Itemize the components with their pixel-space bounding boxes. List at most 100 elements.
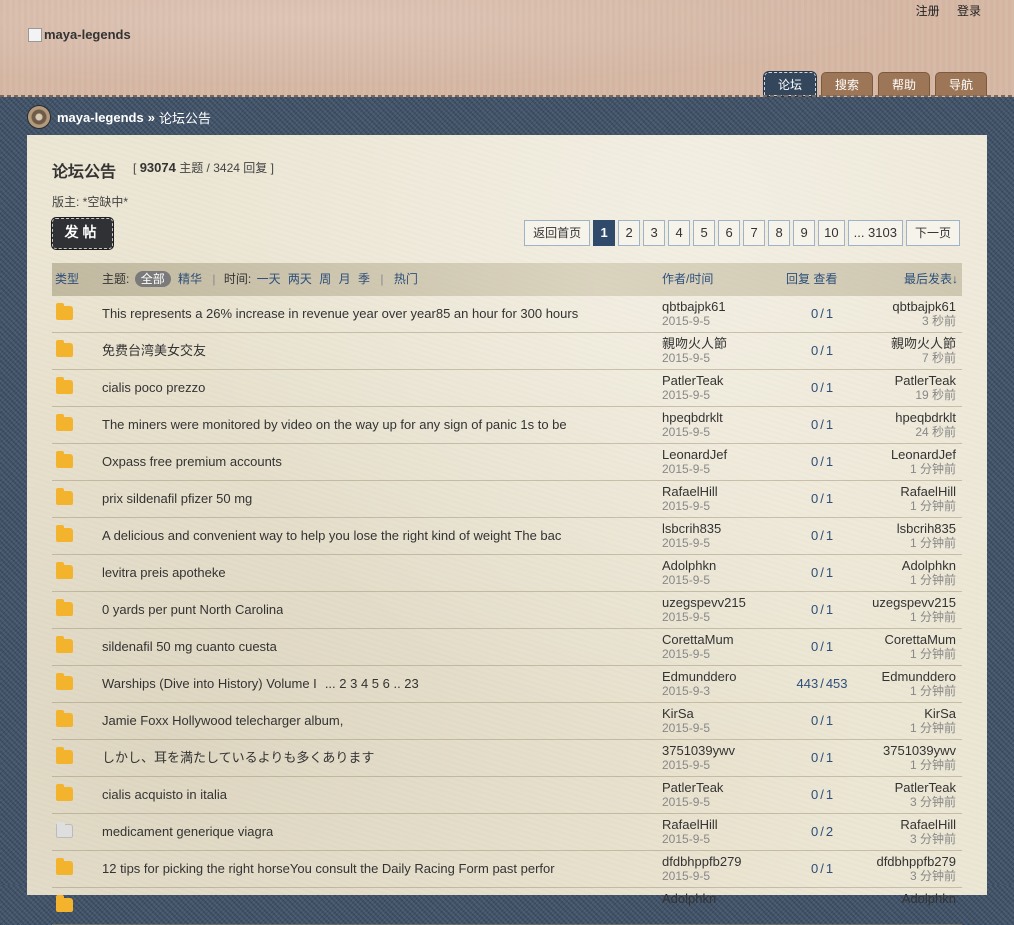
last-post-time[interactable]: 1 分钟前 [884, 647, 956, 661]
filter-time-day[interactable]: 一天 [257, 272, 281, 286]
filter-all[interactable]: 全部 [134, 271, 171, 287]
filter-digest[interactable]: 精华 [178, 272, 202, 286]
author-link[interactable]: uzegspevv215 [662, 596, 746, 610]
author-link[interactable]: PatlerTeak [662, 781, 723, 795]
last-poster-link[interactable]: hpeqbdrklt [895, 411, 956, 425]
page-link[interactable]: 4 [668, 220, 691, 246]
last-poster-link[interactable]: 親吻火人節 [891, 337, 956, 351]
last-post-time[interactable]: 1 分钟前 [902, 573, 956, 587]
last-poster-link[interactable]: 3751039ywv [883, 744, 956, 758]
folder-new-icon[interactable] [56, 636, 73, 653]
folder-new-icon[interactable] [56, 303, 73, 320]
folder-new-icon[interactable] [56, 525, 73, 542]
thread-title-link[interactable]: A delicious and convenient way to help y… [102, 518, 561, 554]
last-post-time[interactable]: 1 分钟前 [900, 499, 956, 513]
author-link[interactable]: Adolphkn [662, 892, 716, 906]
folder-new-icon[interactable] [56, 451, 73, 468]
site-logo[interactable]: maya-legends [28, 27, 131, 42]
last-post-time[interactable]: 7 秒前 [891, 351, 956, 365]
last-post-time[interactable]: 3 分钟前 [876, 869, 956, 883]
last-poster-link[interactable]: RafaelHill [900, 818, 956, 832]
breadcrumb-current[interactable]: 论坛公告 [159, 108, 211, 127]
last-poster-link[interactable]: RafaelHill [900, 485, 956, 499]
page-link[interactable]: 8 [768, 220, 791, 246]
nav-tab-search[interactable]: 搜索 [820, 72, 873, 96]
column-author-time[interactable]: 作者/时间 [662, 263, 713, 296]
login-link[interactable]: 登录 [957, 4, 981, 18]
nav-tab-navigation[interactable]: 导航 [934, 72, 987, 96]
last-post-time[interactable]: 3 分钟前 [900, 832, 956, 846]
last-poster-link[interactable]: uzegspevv215 [872, 596, 956, 610]
thread-title-link[interactable]: しかし、耳を満たしているよりも多くあります [102, 740, 374, 776]
folder-read-icon[interactable] [56, 822, 73, 838]
last-post-time[interactable]: 1 分钟前 [891, 462, 956, 476]
author-link[interactable]: 親吻火人節 [662, 337, 727, 351]
last-poster-link[interactable]: Adolphkn [902, 559, 956, 573]
last-post-time[interactable]: 3 分钟前 [895, 795, 956, 809]
author-link[interactable]: dfdbhppfb279 [662, 855, 742, 869]
folder-new-icon[interactable] [56, 562, 73, 579]
folder-new-icon[interactable] [56, 599, 73, 616]
folder-new-icon[interactable] [56, 710, 73, 727]
author-link[interactable]: Adolphkn [662, 559, 716, 573]
page-link[interactable]: 5 [693, 220, 716, 246]
folder-new-icon[interactable] [56, 488, 73, 505]
last-poster-link[interactable]: PatlerTeak [895, 781, 956, 795]
back-home-link[interactable]: 返回首页 [524, 220, 591, 246]
page-link[interactable]: 3 [643, 220, 666, 246]
last-poster-link[interactable]: Adolphkn [902, 892, 956, 906]
breadcrumb-home[interactable]: maya-legends [57, 110, 144, 125]
last-post-time[interactable]: 3 秒前 [892, 314, 956, 328]
page-link-last[interactable]: ... 3103 [847, 220, 903, 246]
thread-title-link[interactable]: cialis acquisto in italia [102, 777, 227, 813]
author-link[interactable]: Edmunddero [662, 670, 736, 684]
last-post-time[interactable]: 1 分钟前 [897, 536, 956, 550]
folder-new-icon[interactable] [56, 895, 73, 912]
page-link[interactable]: 6 [718, 220, 741, 246]
column-last-post[interactable]: 最后发表↓ [904, 263, 958, 296]
nav-tab-help[interactable]: 帮助 [877, 72, 930, 96]
thread-title-link[interactable]: This represents a 26% increase in revenu… [102, 296, 578, 332]
thread-title-link[interactable]: 0 yards per punt North Carolina [102, 592, 283, 628]
thread-page-links[interactable]: ... 2 3 4 5 6 .. 23 [325, 676, 419, 691]
filter-time-two-days[interactable]: 两天 [288, 272, 312, 286]
thread-title-link[interactable]: levitra preis apotheke [102, 555, 226, 591]
last-poster-link[interactable]: PatlerTeak [895, 374, 956, 388]
nav-tab-forum[interactable]: 论坛 [763, 72, 816, 96]
author-link[interactable]: qbtbajpk61 [662, 300, 726, 314]
thread-title-link[interactable]: 12 tips for picking the right horseYou c… [102, 851, 555, 887]
filter-hot[interactable]: 热门 [394, 272, 418, 286]
author-link[interactable]: LeonardJef [662, 448, 727, 462]
filter-time-week[interactable]: 周 [319, 272, 331, 286]
author-link[interactable]: hpeqbdrklt [662, 411, 723, 425]
last-post-time[interactable]: 1 分钟前 [883, 758, 956, 772]
thread-title-link[interactable]: cialis poco prezzo [102, 370, 205, 406]
folder-new-icon[interactable] [56, 377, 73, 394]
folder-new-icon[interactable] [56, 784, 73, 801]
author-link[interactable]: RafaelHill [662, 485, 718, 499]
filter-time-season[interactable]: 季 [358, 272, 370, 286]
thread-title-link[interactable]: 免费台湾美女交友 [102, 333, 206, 369]
last-poster-link[interactable]: KirSa [910, 707, 956, 721]
folder-new-icon[interactable] [56, 673, 73, 690]
folder-new-icon[interactable] [56, 414, 73, 431]
page-link-current[interactable]: 1 [593, 220, 616, 246]
last-post-time[interactable]: 1 分钟前 [910, 721, 956, 735]
thread-title-link[interactable]: Jamie Foxx Hollywood telecharger album, [102, 703, 343, 739]
page-link[interactable]: 10 [818, 220, 845, 246]
last-poster-link[interactable]: dfdbhppfb279 [876, 855, 956, 869]
thread-title-link[interactable]: Oxpass free premium accounts [102, 444, 282, 480]
thread-title-link[interactable]: medicament generique viagra [102, 814, 273, 850]
author-link[interactable]: RafaelHill [662, 818, 718, 832]
thread-title-link[interactable]: The miners were monitored by video on th… [102, 407, 567, 443]
last-post-time[interactable]: 24 秒前 [895, 425, 956, 439]
last-poster-link[interactable]: Edmunddero [882, 670, 956, 684]
register-link[interactable]: 注册 [916, 4, 940, 18]
author-link[interactable]: 3751039ywv [662, 744, 735, 758]
author-link[interactable]: CorettaMum [662, 633, 734, 647]
next-page-link[interactable]: 下一页 [905, 220, 960, 246]
folder-new-icon[interactable] [56, 858, 73, 875]
thread-title-link[interactable]: Warships (Dive into History) Volume I...… [102, 666, 419, 702]
folder-new-icon[interactable] [56, 747, 73, 764]
page-link[interactable]: 7 [743, 220, 766, 246]
